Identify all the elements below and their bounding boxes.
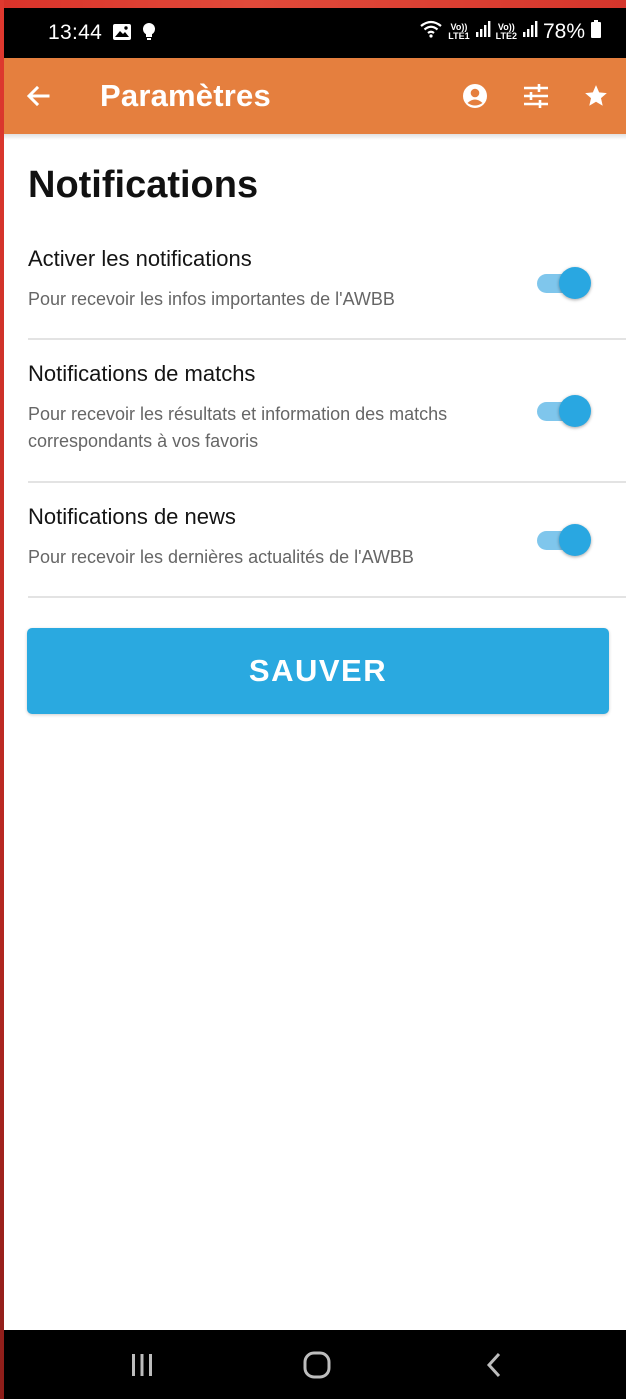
status-left-icons <box>112 22 156 47</box>
home-icon[interactable] <box>297 1347 337 1383</box>
news-notifications-toggle[interactable] <box>535 523 593 557</box>
signal-icon <box>522 20 538 44</box>
back-arrow-icon[interactable] <box>24 82 52 110</box>
account-icon[interactable] <box>460 81 490 111</box>
battery-icon <box>590 19 602 45</box>
setting-title: Notifications de news <box>28 504 236 529</box>
divider <box>28 481 626 483</box>
page-title: Paramètres <box>100 78 271 113</box>
match-notifications-toggle[interactable] <box>535 394 593 428</box>
sliders-icon[interactable] <box>521 81 551 111</box>
toggle-thumb <box>559 395 591 427</box>
signal-icon <box>475 20 491 44</box>
status-time: 13:44 <box>48 21 103 44</box>
section-title: Notifications <box>28 164 259 206</box>
toggle-thumb <box>559 267 591 299</box>
setting-match-notifications: Notifications de matchs Pour recevoir le… <box>4 361 626 481</box>
toggle-thumb <box>559 524 591 556</box>
recent-apps-icon[interactable] <box>122 1347 162 1383</box>
setting-description: Pour recevoir les infos importantes de l… <box>28 289 395 309</box>
notifications-toggle[interactable] <box>535 266 593 300</box>
setting-description: Pour recevoir les dernières actualités d… <box>28 547 414 567</box>
setting-news-notifications: Notifications de news Pour recevoir les … <box>4 504 626 596</box>
network-label-2: Vo)) LTE2 <box>495 22 517 41</box>
image-icon <box>112 23 132 46</box>
back-icon[interactable] <box>474 1347 514 1383</box>
status-bar: 13:44 Vo)) LTE1 Vo)) LTE2 78% <box>4 8 626 58</box>
battery-percent: 78% <box>542 20 585 43</box>
setting-title: Activer les notifications <box>28 246 252 271</box>
divider <box>28 338 626 340</box>
setting-enable-notifications: Activer les notifications Pour recevoir … <box>4 246 626 338</box>
network-label-1: Vo)) LTE1 <box>448 22 470 41</box>
bulb-icon <box>142 22 156 47</box>
setting-description: Pour recevoir les résultats et informati… <box>28 404 448 451</box>
save-button[interactable]: SAUVER <box>27 628 609 714</box>
wifi-icon <box>419 19 443 45</box>
divider <box>28 596 626 598</box>
app-bar: Paramètres <box>4 58 626 134</box>
status-right-icons: Vo)) LTE1 Vo)) LTE2 78% <box>419 19 602 45</box>
setting-title: Notifications de matchs <box>28 361 256 386</box>
phone-screen: 13:44 Vo)) LTE1 Vo)) LTE2 78% Paramètres… <box>4 8 626 1399</box>
system-nav-bar <box>4 1330 626 1399</box>
app-bar-shadow <box>4 134 626 140</box>
star-icon[interactable] <box>581 81 611 111</box>
decorative-frame-top <box>0 0 626 8</box>
